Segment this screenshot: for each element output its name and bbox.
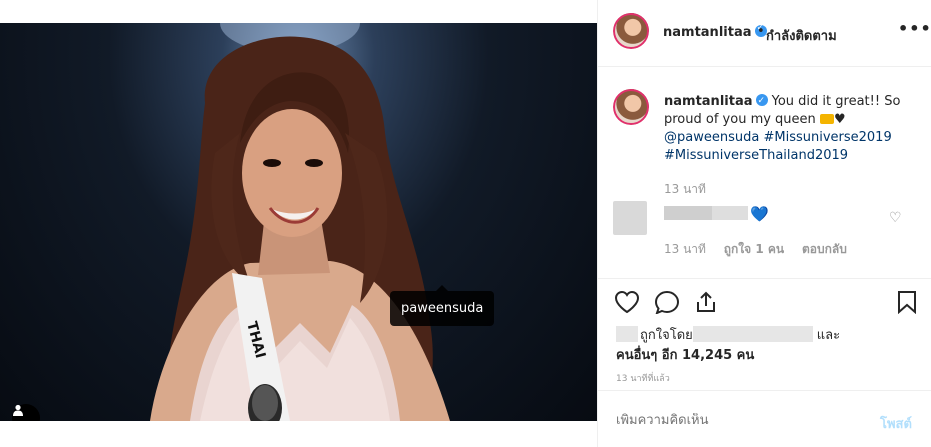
likes-others-link[interactable]: คนอื่นๆ อีก 14,245 คน xyxy=(616,344,754,365)
header-separator: • xyxy=(757,24,765,39)
commenter-username-redacted[interactable] xyxy=(664,206,748,220)
hashtag-link[interactable]: #Missuniverse2019 xyxy=(763,130,891,145)
likes-and-label: และ xyxy=(816,328,841,343)
heart-emoji: ♥ xyxy=(833,112,846,127)
mention-link[interactable]: @paweensuda xyxy=(664,130,759,145)
liked-by-label: ถูกใจโดย xyxy=(640,328,693,343)
actions-divider xyxy=(598,278,931,279)
save-bookmark-icon[interactable] xyxy=(896,290,918,314)
comment-like-heart-icon[interactable]: ♡ xyxy=(889,210,902,226)
post-sidebar: namtanlitaa • กำลังติดตาม ••• namtanlita… xyxy=(597,0,931,447)
caption-avatar[interactable] xyxy=(613,89,649,125)
verified-badge-icon xyxy=(755,92,768,110)
portrait-illustration: THAI xyxy=(150,23,450,421)
like-heart-icon[interactable] xyxy=(614,290,640,314)
comment-composer: โพสต์ xyxy=(598,390,931,447)
post-comment-button[interactable]: โพสต์ xyxy=(880,413,912,434)
comment-meta: 13 นาที ถูกใจ 1 คน ตอบกลับ xyxy=(664,240,861,259)
add-comment-input[interactable] xyxy=(616,413,856,428)
post-photo[interactable]: THAI paweensuda xyxy=(0,23,597,421)
post-caption: namtanlitaa You did it great!! So proud … xyxy=(664,92,914,165)
commenter-avatar[interactable] xyxy=(613,201,647,235)
caption-username[interactable]: namtanlitaa xyxy=(664,94,753,109)
likes-summary: ถูกใจโดย และ xyxy=(616,324,840,345)
crown-emoji-icon xyxy=(819,114,834,124)
following-button[interactable]: กำลังติดตาม xyxy=(766,25,837,46)
liker-avatar-redacted[interactable] xyxy=(616,326,638,342)
share-icon[interactable] xyxy=(694,290,718,314)
hashtag-link[interactable]: #MissuniverseThailand2019 xyxy=(664,148,848,163)
person-icon xyxy=(13,404,23,416)
author-username-text[interactable]: namtanlitaa xyxy=(663,25,752,40)
post-timestamp[interactable]: 13 นาทีที่แล้ว xyxy=(616,371,670,385)
comment-time[interactable]: 13 นาที xyxy=(664,242,706,256)
author-username[interactable]: namtanlitaa xyxy=(663,23,767,40)
comment-text: 💙 xyxy=(750,205,769,223)
author-avatar[interactable] xyxy=(613,13,649,49)
caption-time[interactable]: 13 นาที xyxy=(664,180,706,199)
comment-bubble-icon[interactable] xyxy=(654,290,680,314)
liker-name-redacted[interactable] xyxy=(692,326,813,342)
post-header: namtanlitaa • กำลังติดตาม ••• xyxy=(598,0,931,67)
user-tag-bubble[interactable]: paweensuda xyxy=(390,285,495,326)
more-options-icon[interactable]: ••• xyxy=(898,19,931,38)
reply-button[interactable]: ตอบกลับ xyxy=(802,242,847,256)
comment-likes[interactable]: ถูกใจ 1 คน xyxy=(724,242,784,256)
